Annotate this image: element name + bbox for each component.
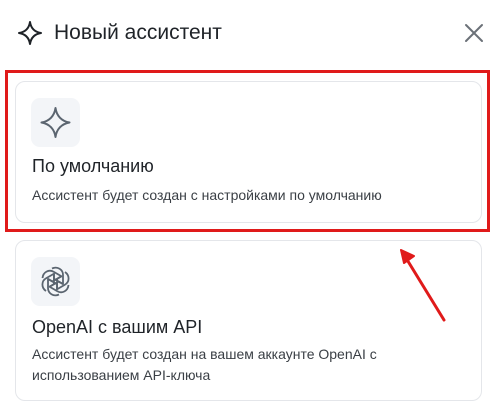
option-card-default[interactable]: По умолчанию Ассистент будет создан с на… <box>15 81 482 223</box>
new-assistant-dialog: Новый ассистент По умолчанию Ассистент б… <box>0 0 497 415</box>
option-title: OpenAI с вашим API <box>32 317 203 337</box>
option-icon-box <box>31 98 80 147</box>
option-icon-box <box>31 257 80 306</box>
option-description: Ассистент будет создан на вашем аккаунте… <box>32 346 377 383</box>
dialog-title: Новый ассистент <box>54 21 222 44</box>
openai-logo-icon <box>41 266 70 297</box>
sparkle-icon <box>40 107 71 138</box>
sparkle-icon <box>18 21 42 45</box>
dialog-header: Новый ассистент <box>0 0 497 64</box>
option-description: Ассистент будет создан с настройками по … <box>32 187 382 203</box>
option-card-openai[interactable]: OpenAI с вашим API Ассистент будет созда… <box>15 240 482 401</box>
option-title: По умолчанию <box>32 156 154 176</box>
close-icon[interactable] <box>459 18 489 48</box>
